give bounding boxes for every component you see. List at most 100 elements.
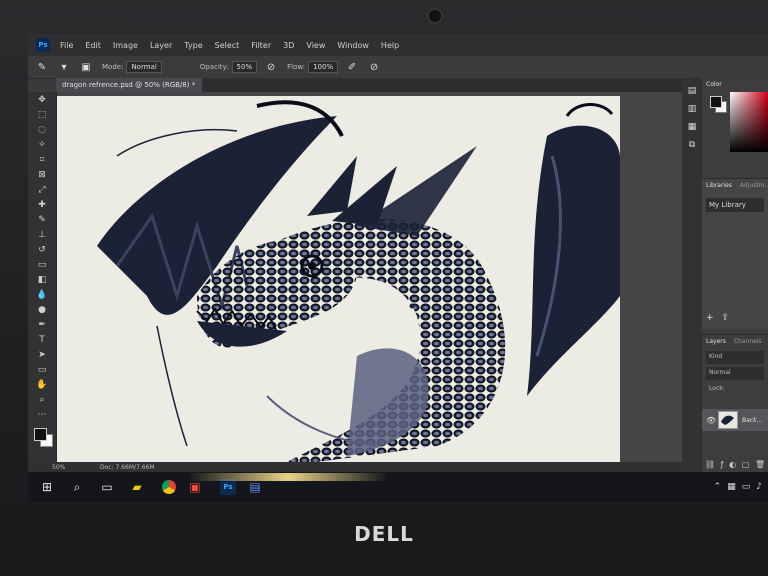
brush-panel-icon[interactable]: ▣ [80,61,92,73]
lasso-icon[interactable]: ◌ [28,122,56,137]
upload-icon[interactable]: ⇪ [722,313,730,323]
move-icon[interactable]: ✥ [28,92,56,107]
layer-thumbnail [718,411,738,429]
menu-help[interactable]: Help [381,41,399,50]
battery-icon[interactable]: ▭ [742,482,751,492]
opacity-input[interactable]: 50% [231,61,258,73]
menu-layer[interactable]: Layer [150,41,172,50]
canvas-area [57,92,682,462]
photoshop-taskbar-icon[interactable]: Ps [220,479,236,495]
new-layer-icon[interactable]: ▢ [742,460,750,469]
menu-3d[interactable]: 3D [283,41,294,50]
chrome-icon[interactable] [162,480,176,494]
swatches-icon[interactable]: ▦ [682,118,702,136]
brush-preset-icon[interactable]: ▾ [58,61,70,73]
photoshop-logo-icon: Ps [36,38,50,52]
pen-icon[interactable]: ✒ [28,317,56,332]
network-icon[interactable]: ▦ [727,482,736,492]
clone-source-icon[interactable]: ⧉ [682,136,702,154]
menu-file[interactable]: File [60,41,73,50]
layers-panel: Layers Channels Kind Normal Lock: 👁 Back… [702,334,768,473]
canvas[interactable] [57,96,620,462]
file-explorer-icon[interactable]: ▰ [126,476,148,498]
airbrush-icon[interactable]: ✐ [346,61,358,73]
libraries-panel: Libraries Adjustm... My Library + ⇪ [702,178,768,329]
add-icon[interactable]: + [706,313,714,323]
trash-icon[interactable]: 🗑 [755,460,765,469]
brush-icon[interactable]: ✎ [36,61,48,73]
link-icon[interactable]: ⛓ [705,460,715,469]
stamp-icon[interactable]: ⊥ [28,227,56,242]
frame-icon[interactable]: ⊠ [28,167,56,182]
healing-icon[interactable]: ✚ [28,197,56,212]
more-tools-icon[interactable]: ⋯ [28,407,56,422]
rectangle-icon[interactable]: ▭ [28,362,56,377]
tools-panel: ✥ ⬚ ◌ ✧ ⌗ ⊠ ⤢ ✚ ✎ ⊥ ↺ ▭ ◧ 💧 ● ✒ T ➤ ▭ ✋ … [28,92,57,468]
windows-start-icon[interactable]: ⊞ [36,476,58,498]
tab-color[interactable]: Color [702,78,768,91]
brush-tool-icon[interactable]: ✎ [28,212,56,227]
library-actions: + ⇪ [706,313,729,323]
eye-icon[interactable]: 👁 [706,416,718,425]
mask-icon[interactable]: ◐ [729,460,736,469]
flow-label: Flow: [287,63,306,71]
history-brush-icon[interactable]: ↺ [28,242,56,257]
system-tray: ⌃ ▦ ▭ ♪ [714,482,762,492]
quick-select-icon[interactable]: ✧ [28,137,56,152]
task-view-icon[interactable]: ▭ [96,476,118,498]
fx-icon[interactable]: ƒ [721,460,724,469]
menu-window[interactable]: Window [337,41,369,50]
pressure-size-icon[interactable]: ⊘ [368,61,380,73]
options-bar: ✎ ▾ ▣ Mode: Normal Opacity: 50% ⊘ Flow: … [28,56,768,79]
menu-filter[interactable]: Filter [251,41,271,50]
eyedropper-icon[interactable]: ⤢ [28,182,56,197]
dodge-icon[interactable]: ● [28,302,56,317]
path-select-icon[interactable]: ➤ [28,347,56,362]
eraser-icon[interactable]: ▭ [28,257,56,272]
zoom-level[interactable]: 50% [52,464,82,471]
status-bar: 50% Doc: 7.66M/7.66M [28,462,682,472]
lock-label: Lock: [709,385,725,392]
tab-adjustments[interactable]: Adjustm... [736,179,768,192]
search-icon[interactable]: ⌕ [66,476,88,498]
crop-icon[interactable]: ⌗ [28,152,56,167]
tab-libraries[interactable]: Libraries [702,179,736,192]
windows-taskbar: ⊞ ⌕ ▭ ▰ ▣ Ps ▤ ⌃ ▦ ▭ ♪ [28,472,768,502]
webcam [429,10,441,22]
menu-view[interactable]: View [306,41,325,50]
flow-input[interactable]: 100% [308,61,339,73]
document-tab-bar [202,78,682,92]
blend-mode-select[interactable]: Normal [706,367,764,380]
mode-select[interactable]: Normal [126,61,162,73]
screen: Ps File Edit Image Layer Type Select Fil… [28,34,768,502]
document-tab[interactable]: dragon refrence.psd @ 50% (RGB/8) * [56,78,202,92]
layer-name[interactable]: Back... [742,417,762,424]
mode-label: Mode: [102,63,124,71]
zoom-icon[interactable]: ⌕ [28,392,56,407]
menu-edit[interactable]: Edit [85,41,101,50]
marquee-icon[interactable]: ⬚ [28,107,56,122]
hand-icon[interactable]: ✋ [28,377,56,392]
properties-icon[interactable]: ▥ [682,100,702,118]
layer-row[interactable]: 👁 Back... [702,409,768,431]
tab-channels[interactable]: Channels [730,335,766,348]
layer-kind-filter[interactable]: Kind [706,351,764,364]
chevron-up-icon[interactable]: ⌃ [714,482,722,492]
history-icon[interactable]: ▤ [682,82,702,100]
menu-type[interactable]: Type [184,41,202,50]
library-select[interactable]: My Library [706,198,764,212]
color-panel: Color [702,78,768,168]
color-picker-field[interactable] [730,92,768,152]
menu-select[interactable]: Select [215,41,240,50]
menu-image[interactable]: Image [113,41,138,50]
blur-icon[interactable]: 💧 [28,287,56,302]
gradient-icon[interactable]: ◧ [28,272,56,287]
foreground-color-chip[interactable] [34,428,47,441]
volume-icon[interactable]: ♪ [756,482,762,492]
tab-layers[interactable]: Layers [702,335,730,348]
type-icon[interactable]: T [28,332,56,347]
opacity-label: Opacity: [199,63,229,71]
menu-bar: Ps File Edit Image Layer Type Select Fil… [28,34,768,56]
pressure-opacity-icon[interactable]: ⊘ [265,61,277,73]
color-panel-foreground-swatch[interactable] [710,96,722,108]
